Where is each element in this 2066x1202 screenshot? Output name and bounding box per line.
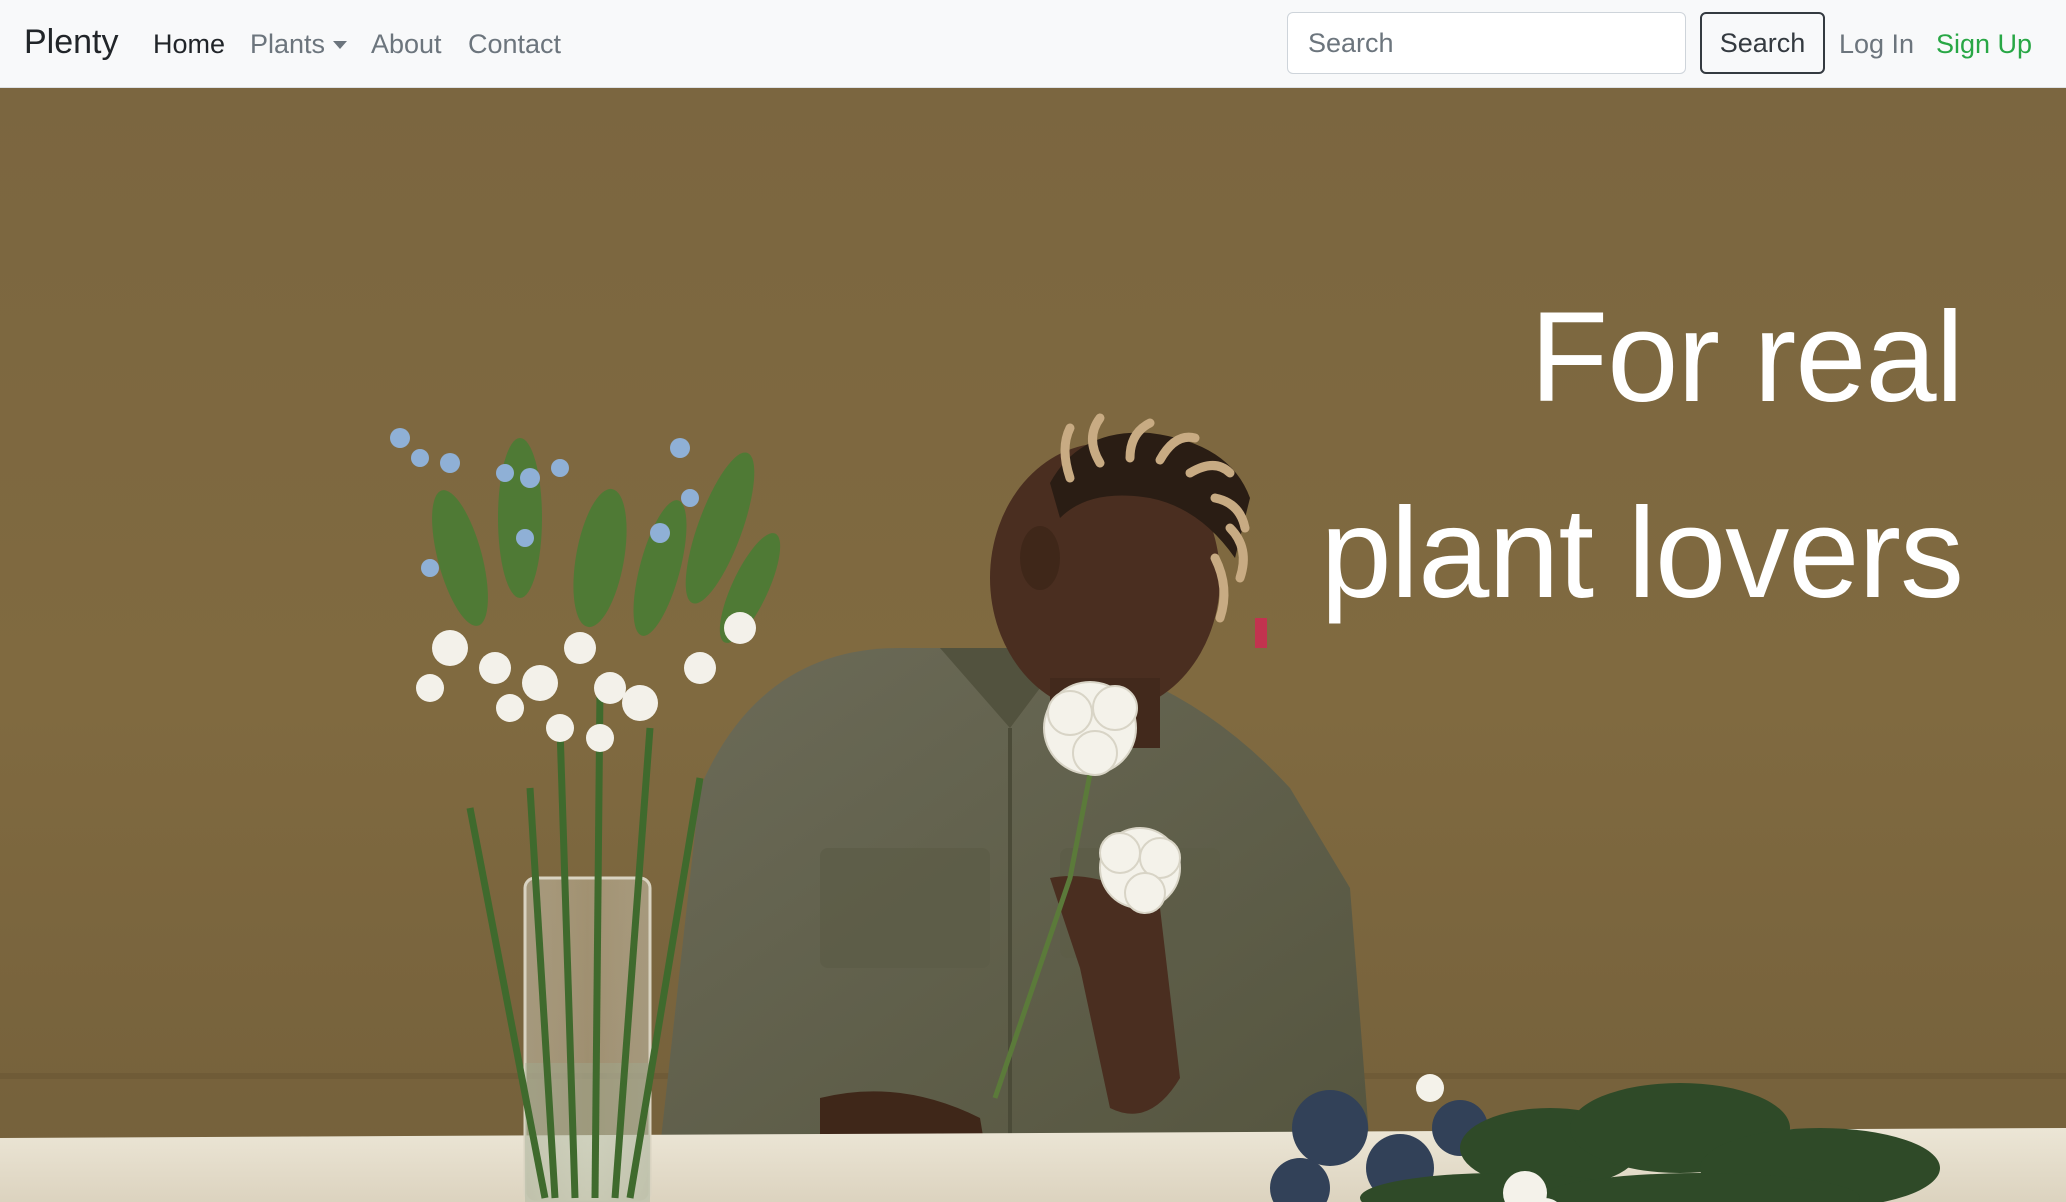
hero-headline-line-2: plant lovers — [1320, 482, 1964, 625]
brand-logo[interactable]: Plenty — [24, 20, 119, 64]
search-button[interactable]: Search — [1700, 12, 1825, 74]
caret-down-icon — [333, 41, 348, 49]
signup-link[interactable]: Sign Up — [1936, 24, 2032, 64]
nav-plants-dropdown[interactable]: Plants — [250, 24, 348, 64]
top-navbar: Plenty Home Plants About Contact Search … — [0, 0, 2066, 88]
hero-headline-line-1: For real — [1530, 286, 1964, 429]
nav-plants-label: Plants — [250, 29, 326, 59]
hero-headline: For real plant lovers — [1063, 260, 1964, 652]
nav-about-link[interactable]: About — [371, 24, 442, 64]
search-input[interactable] — [1287, 12, 1686, 74]
login-link[interactable]: Log In — [1839, 24, 1914, 64]
nav-home-link[interactable]: Home — [153, 24, 225, 64]
nav-contact-link[interactable]: Contact — [468, 24, 561, 64]
hero-section: For real plant lovers — [0, 88, 2066, 1202]
